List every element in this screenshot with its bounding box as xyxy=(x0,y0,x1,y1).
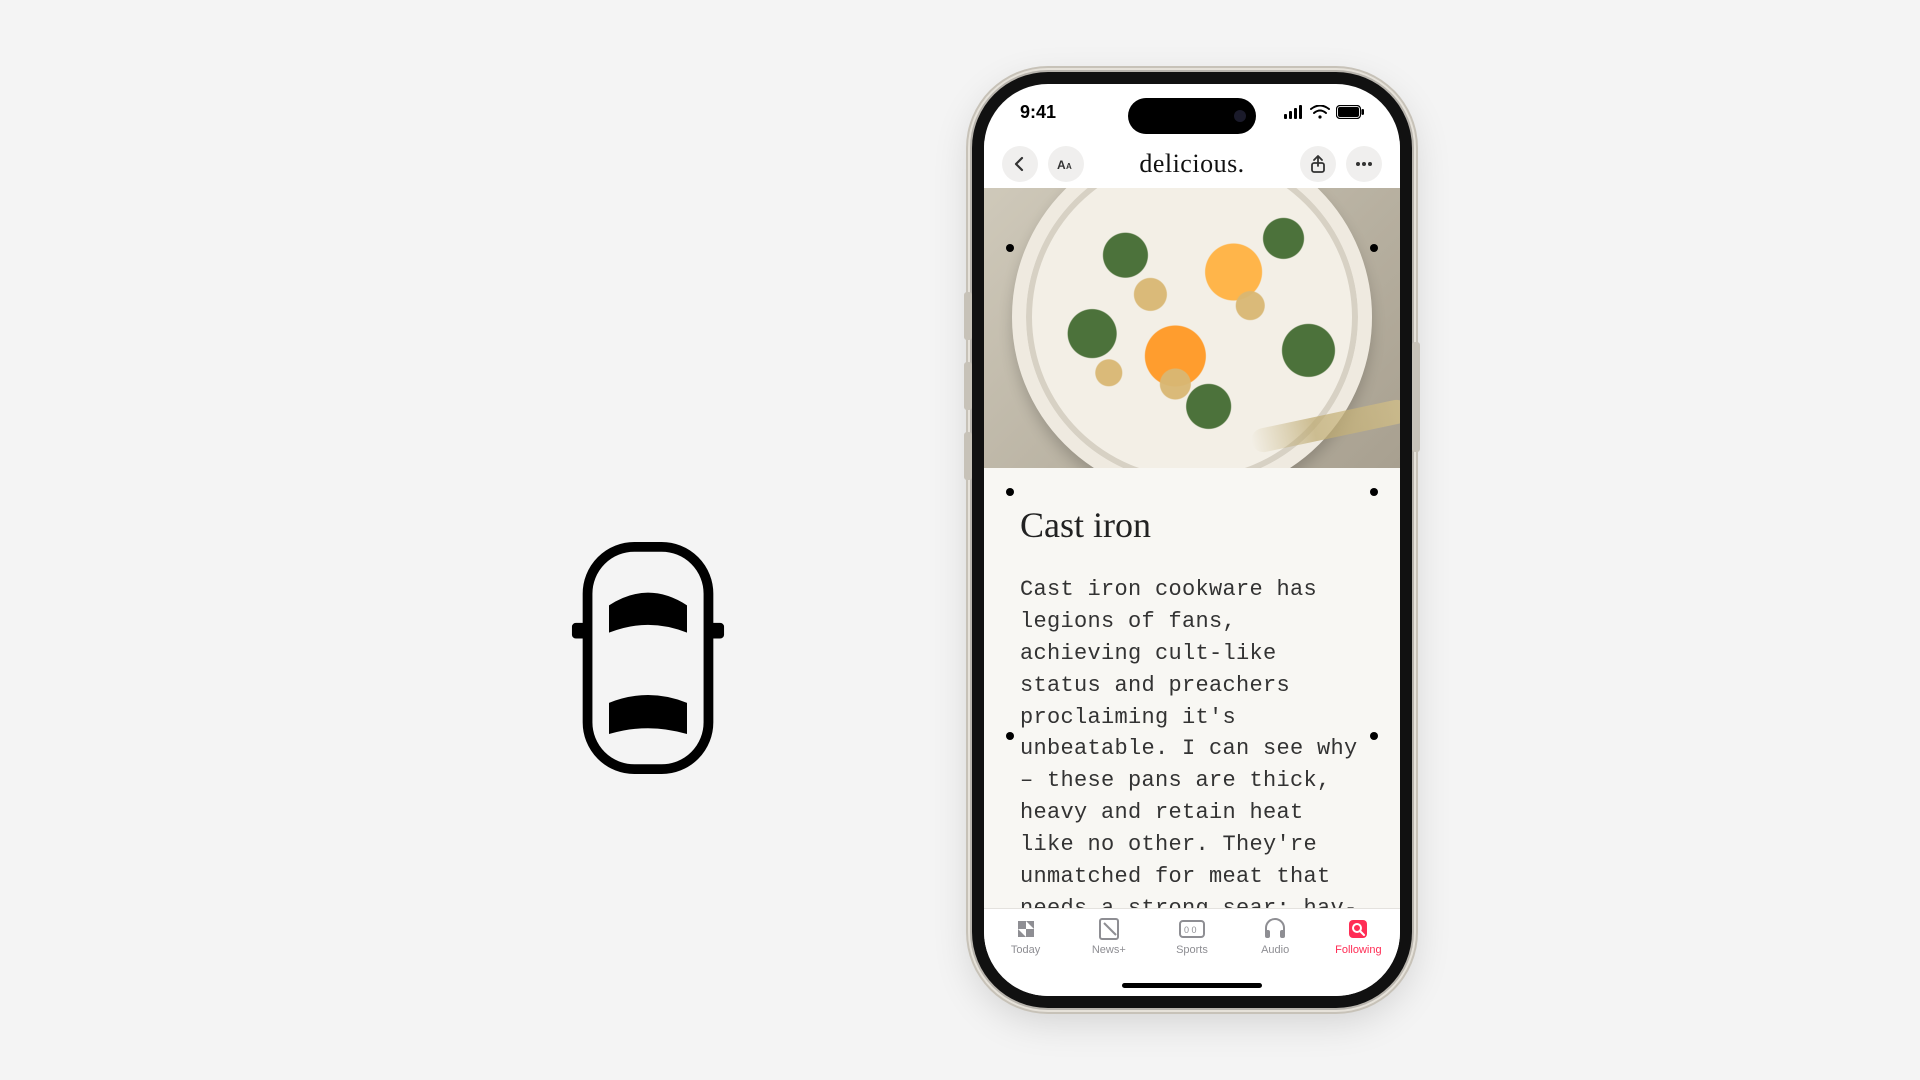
home-indicator[interactable] xyxy=(1122,983,1262,988)
article-section-title: Cast iron xyxy=(1020,504,1364,546)
share-button[interactable] xyxy=(1300,146,1336,182)
svg-text:A: A xyxy=(1066,162,1072,171)
scoreboard-icon: 0 0 xyxy=(1179,917,1205,941)
battery-icon xyxy=(1336,105,1364,119)
tab-label: Following xyxy=(1335,944,1381,956)
article-hero-image xyxy=(984,188,1400,468)
tab-sports[interactable]: 0 0 Sports xyxy=(1156,917,1228,956)
headphones-icon xyxy=(1262,917,1288,941)
wifi-icon xyxy=(1310,105,1330,119)
article-body-text: Cast iron cookware has legions of fans, … xyxy=(1020,574,1364,908)
back-button[interactable] xyxy=(1002,146,1038,182)
article-scroll[interactable]: Cast iron Cast iron cookware has legions… xyxy=(984,188,1400,908)
text-size-icon: AA xyxy=(1057,157,1075,171)
article-navbar: AA delicious. xyxy=(984,140,1400,188)
tab-today[interactable]: Today xyxy=(990,917,1062,956)
news-plus-icon xyxy=(1096,917,1122,941)
tab-label: Audio xyxy=(1261,944,1289,956)
tab-news-plus[interactable]: News+ xyxy=(1073,917,1145,956)
following-search-icon xyxy=(1345,917,1371,941)
svg-text:A: A xyxy=(1057,158,1066,171)
status-time: 9:41 xyxy=(1020,102,1056,123)
chevron-left-icon xyxy=(1012,156,1028,172)
svg-text:0 0: 0 0 xyxy=(1184,925,1197,935)
dynamic-island xyxy=(1128,98,1256,134)
more-button[interactable] xyxy=(1346,146,1382,182)
text-size-button[interactable]: AA xyxy=(1048,146,1084,182)
apple-news-icon xyxy=(1013,917,1039,941)
tab-label: News+ xyxy=(1092,944,1126,956)
cellular-icon xyxy=(1284,105,1304,119)
tab-label: Today xyxy=(1011,944,1040,956)
ellipsis-icon xyxy=(1355,161,1373,167)
iphone-frame: 9:41 AA xyxy=(972,72,1412,1008)
tab-following[interactable]: Following xyxy=(1322,917,1394,956)
publication-title: delicious. xyxy=(1139,149,1244,179)
share-icon xyxy=(1310,155,1326,173)
tab-audio[interactable]: Audio xyxy=(1239,917,1311,956)
car-top-view-icon xyxy=(570,540,726,776)
tab-label: Sports xyxy=(1176,944,1208,956)
iphone-screen: 9:41 AA xyxy=(984,84,1400,996)
